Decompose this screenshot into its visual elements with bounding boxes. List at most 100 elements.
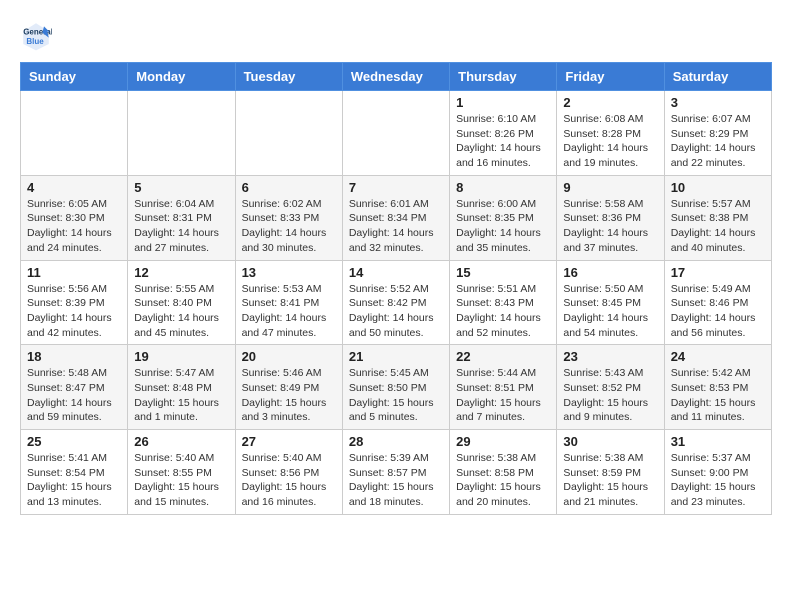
- calendar-cell: 25Sunrise: 5:41 AM Sunset: 8:54 PM Dayli…: [21, 430, 128, 515]
- day-number: 10: [671, 180, 765, 195]
- calendar-cell: 3 Sunrise: 6:07 AM Sunset: 8:29 PM Daylig…: [664, 91, 771, 176]
- day-info: Sunrise: 5:45 AM Sunset: 8:50 PM Dayligh…: [349, 366, 443, 425]
- day-number: 23: [563, 349, 657, 364]
- day-info: Sunrise: 5:58 AM Sunset: 8:36 PM Dayligh…: [563, 197, 657, 256]
- calendar-cell: 30Sunrise: 5:38 AM Sunset: 8:59 PM Dayli…: [557, 430, 664, 515]
- day-info: Sunrise: 5:53 AM Sunset: 8:41 PM Dayligh…: [242, 282, 336, 341]
- calendar-table: SundayMondayTuesdayWednesdayThursdayFrid…: [20, 62, 772, 515]
- day-info: Sunrise: 5:40 AM Sunset: 8:56 PM Dayligh…: [242, 451, 336, 510]
- day-number: 26: [134, 434, 228, 449]
- day-info: Sunrise: 6:04 AM Sunset: 8:31 PM Dayligh…: [134, 197, 228, 256]
- calendar-cell: 12Sunrise: 5:55 AM Sunset: 8:40 PM Dayli…: [128, 260, 235, 345]
- day-info: Sunrise: 6:08 AM Sunset: 8:28 PM Dayligh…: [563, 112, 657, 171]
- day-info: Sunrise: 5:42 AM Sunset: 8:53 PM Dayligh…: [671, 366, 765, 425]
- day-number: 22: [456, 349, 550, 364]
- calendar-week-row: 1 Sunrise: 6:10 AM Sunset: 8:26 PM Daylig…: [21, 91, 772, 176]
- day-info: Sunrise: 5:52 AM Sunset: 8:42 PM Dayligh…: [349, 282, 443, 341]
- calendar-week-row: 11Sunrise: 5:56 AM Sunset: 8:39 PM Dayli…: [21, 260, 772, 345]
- calendar-cell: [128, 91, 235, 176]
- day-info: Sunrise: 6:02 AM Sunset: 8:33 PM Dayligh…: [242, 197, 336, 256]
- calendar-cell: 16Sunrise: 5:50 AM Sunset: 8:45 PM Dayli…: [557, 260, 664, 345]
- day-number: 13: [242, 265, 336, 280]
- page-header: General Blue: [20, 20, 772, 52]
- day-info: Sunrise: 5:44 AM Sunset: 8:51 PM Dayligh…: [456, 366, 550, 425]
- day-info: Sunrise: 5:43 AM Sunset: 8:52 PM Dayligh…: [563, 366, 657, 425]
- day-number: 4: [27, 180, 121, 195]
- logo: General Blue: [20, 20, 56, 52]
- day-info: Sunrise: 5:47 AM Sunset: 8:48 PM Dayligh…: [134, 366, 228, 425]
- day-number: 3: [671, 95, 765, 110]
- day-number: 16: [563, 265, 657, 280]
- calendar-cell: [235, 91, 342, 176]
- day-info: Sunrise: 5:38 AM Sunset: 8:59 PM Dayligh…: [563, 451, 657, 510]
- calendar-week-row: 25Sunrise: 5:41 AM Sunset: 8:54 PM Dayli…: [21, 430, 772, 515]
- calendar-cell: 20 Sunrise: 5:46 AM Sunset: 8:49 PM Dayli…: [235, 345, 342, 430]
- calendar-cell: 8 Sunrise: 6:00 AM Sunset: 8:35 PM Daylig…: [450, 175, 557, 260]
- calendar-week-row: 18 Sunrise: 5:48 AM Sunset: 8:47 PM Dayli…: [21, 345, 772, 430]
- day-number: 7: [349, 180, 443, 195]
- day-info: Sunrise: 5:41 AM Sunset: 8:54 PM Dayligh…: [27, 451, 121, 510]
- day-number: 21: [349, 349, 443, 364]
- day-number: 27: [242, 434, 336, 449]
- day-info: Sunrise: 5:38 AM Sunset: 8:58 PM Dayligh…: [456, 451, 550, 510]
- calendar-cell: 28Sunrise: 5:39 AM Sunset: 8:57 PM Dayli…: [342, 430, 449, 515]
- day-info: Sunrise: 6:00 AM Sunset: 8:35 PM Dayligh…: [456, 197, 550, 256]
- calendar-cell: 21 Sunrise: 5:45 AM Sunset: 8:50 PM Dayli…: [342, 345, 449, 430]
- calendar-cell: 5 Sunrise: 6:04 AM Sunset: 8:31 PM Daylig…: [128, 175, 235, 260]
- calendar-cell: 29 Sunrise: 5:38 AM Sunset: 8:58 PM Dayli…: [450, 430, 557, 515]
- day-info: Sunrise: 5:51 AM Sunset: 8:43 PM Dayligh…: [456, 282, 550, 341]
- day-info: Sunrise: 5:46 AM Sunset: 8:49 PM Dayligh…: [242, 366, 336, 425]
- weekday-header-sunday: Sunday: [21, 63, 128, 91]
- calendar-cell: [342, 91, 449, 176]
- calendar-cell: 22 Sunrise: 5:44 AM Sunset: 8:51 PM Dayli…: [450, 345, 557, 430]
- day-info: Sunrise: 5:55 AM Sunset: 8:40 PM Dayligh…: [134, 282, 228, 341]
- calendar-cell: 6Sunrise: 6:02 AM Sunset: 8:33 PM Daylig…: [235, 175, 342, 260]
- day-number: 31: [671, 434, 765, 449]
- day-info: Sunrise: 6:10 AM Sunset: 8:26 PM Dayligh…: [456, 112, 550, 171]
- day-number: 14: [349, 265, 443, 280]
- calendar-cell: 23 Sunrise: 5:43 AM Sunset: 8:52 PM Dayli…: [557, 345, 664, 430]
- day-number: 5: [134, 180, 228, 195]
- calendar-cell: [21, 91, 128, 176]
- day-number: 18: [27, 349, 121, 364]
- calendar-cell: 31Sunrise: 5:37 AM Sunset: 9:00 PM Dayli…: [664, 430, 771, 515]
- calendar-cell: 26 Sunrise: 5:40 AM Sunset: 8:55 PM Dayli…: [128, 430, 235, 515]
- day-info: Sunrise: 5:57 AM Sunset: 8:38 PM Dayligh…: [671, 197, 765, 256]
- day-number: 1: [456, 95, 550, 110]
- day-number: 9: [563, 180, 657, 195]
- calendar-cell: 14 Sunrise: 5:52 AM Sunset: 8:42 PM Dayli…: [342, 260, 449, 345]
- day-number: 20: [242, 349, 336, 364]
- day-number: 8: [456, 180, 550, 195]
- day-number: 24: [671, 349, 765, 364]
- day-number: 11: [27, 265, 121, 280]
- calendar-cell: 27 Sunrise: 5:40 AM Sunset: 8:56 PM Dayli…: [235, 430, 342, 515]
- calendar-cell: 2 Sunrise: 6:08 AM Sunset: 8:28 PM Daylig…: [557, 91, 664, 176]
- day-info: Sunrise: 5:40 AM Sunset: 8:55 PM Dayligh…: [134, 451, 228, 510]
- logo-icon: General Blue: [20, 20, 52, 52]
- day-number: 2: [563, 95, 657, 110]
- day-number: 17: [671, 265, 765, 280]
- day-number: 19: [134, 349, 228, 364]
- day-info: Sunrise: 6:01 AM Sunset: 8:34 PM Dayligh…: [349, 197, 443, 256]
- calendar-cell: 17Sunrise: 5:49 AM Sunset: 8:46 PM Dayli…: [664, 260, 771, 345]
- day-number: 29: [456, 434, 550, 449]
- calendar-cell: 24 Sunrise: 5:42 AM Sunset: 8:53 PM Dayli…: [664, 345, 771, 430]
- calendar-header-row: SundayMondayTuesdayWednesdayThursdayFrid…: [21, 63, 772, 91]
- calendar-cell: 18 Sunrise: 5:48 AM Sunset: 8:47 PM Dayli…: [21, 345, 128, 430]
- calendar-cell: 11Sunrise: 5:56 AM Sunset: 8:39 PM Dayli…: [21, 260, 128, 345]
- weekday-header-tuesday: Tuesday: [235, 63, 342, 91]
- day-info: Sunrise: 5:48 AM Sunset: 8:47 PM Dayligh…: [27, 366, 121, 425]
- svg-text:Blue: Blue: [26, 37, 44, 46]
- day-info: Sunrise: 5:39 AM Sunset: 8:57 PM Dayligh…: [349, 451, 443, 510]
- weekday-header-saturday: Saturday: [664, 63, 771, 91]
- calendar-cell: 13 Sunrise: 5:53 AM Sunset: 8:41 PM Dayli…: [235, 260, 342, 345]
- weekday-header-friday: Friday: [557, 63, 664, 91]
- day-info: Sunrise: 6:05 AM Sunset: 8:30 PM Dayligh…: [27, 197, 121, 256]
- day-info: Sunrise: 6:07 AM Sunset: 8:29 PM Dayligh…: [671, 112, 765, 171]
- calendar-cell: 19 Sunrise: 5:47 AM Sunset: 8:48 PM Dayli…: [128, 345, 235, 430]
- weekday-header-monday: Monday: [128, 63, 235, 91]
- weekday-header-wednesday: Wednesday: [342, 63, 449, 91]
- calendar-cell: 1 Sunrise: 6:10 AM Sunset: 8:26 PM Daylig…: [450, 91, 557, 176]
- calendar-cell: 10 Sunrise: 5:57 AM Sunset: 8:38 PM Dayli…: [664, 175, 771, 260]
- calendar-cell: 4 Sunrise: 6:05 AM Sunset: 8:30 PM Daylig…: [21, 175, 128, 260]
